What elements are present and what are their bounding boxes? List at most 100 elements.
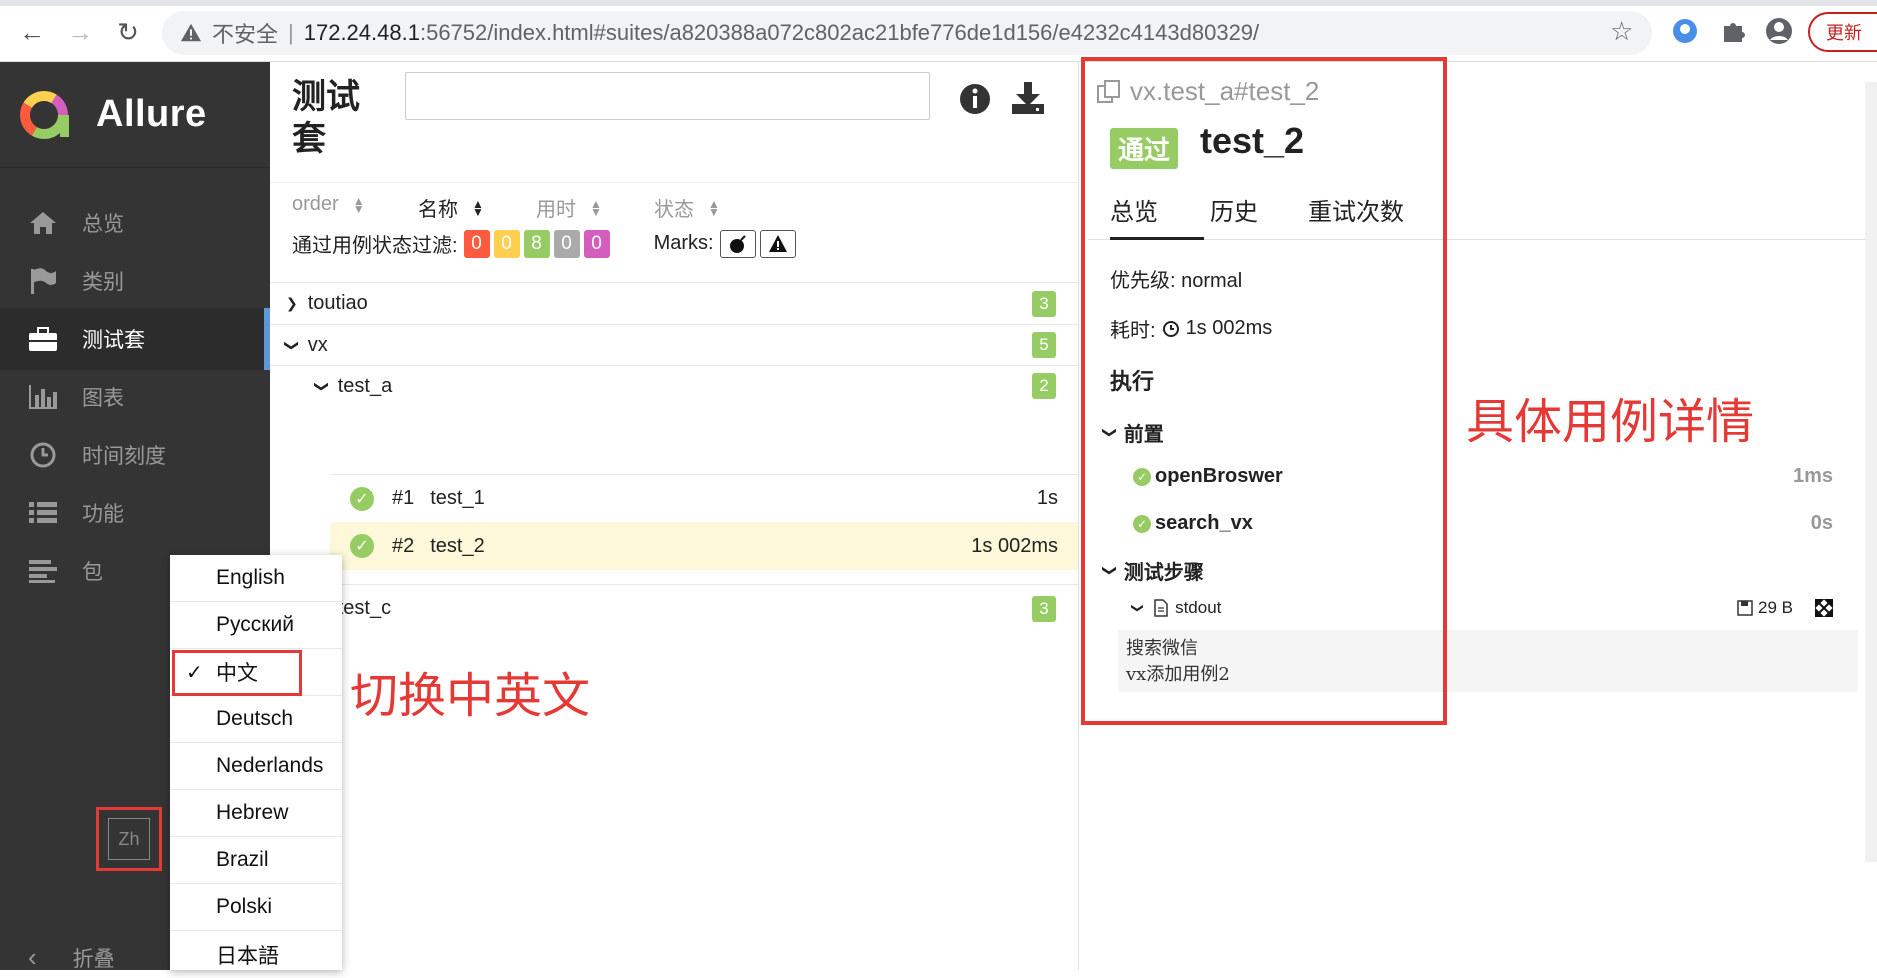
brand-title: Allure [96,93,207,135]
puzzle-icon[interactable] [1718,16,1748,46]
chevron-down-icon: ❯ [284,339,301,351]
collapse-label: 折叠 [72,947,115,971]
suite-row-vx[interactable]: ❯ vx 5 [270,324,1078,365]
browser-toolbar: ← → ↻ 不安全 | 172.24.48.1 :56752/index.htm… [0,0,1877,62]
language-switch-button[interactable]: Zh [96,807,162,871]
language-option[interactable]: Deutsch [170,696,342,743]
bomb-icon [729,234,746,253]
suite-name: test_a [337,374,393,397]
sidebar-item-timeline[interactable]: 时间刻度 [0,424,270,486]
address-bar[interactable]: 不安全 | 172.24.48.1 :56752/index.html#suit… [162,11,1652,55]
flag-icon [26,266,60,296]
passed-count-badge: 2 [1032,373,1056,399]
suite-name: test_c [337,597,392,619]
sort-label: order [292,193,339,215]
sort-label: 名称 [418,199,458,221]
url-separator: | [288,20,294,45]
passed-check-icon: ✓ [350,486,374,511]
language-option[interactable]: Hebrew [170,790,342,837]
chevron-left-icon: ‹ [28,942,37,972]
insecure-label: 不安全 [212,22,279,47]
sidebar-item-categories[interactable]: 类别 [0,250,270,312]
annotation-detail: 具体用例详情 [1466,396,1755,449]
sidebar-item-label: 测试套 [82,329,145,352]
language-option[interactable]: Nederlands [170,743,342,790]
passed-count-badge: 3 [1032,290,1056,317]
profile-icon[interactable] [1764,16,1794,46]
extension-icon[interactable] [1670,16,1700,46]
suite-name: vx [307,333,328,356]
sort-label: 状态 [654,199,694,221]
search-input[interactable] [405,72,930,120]
warning-triangle-icon [768,234,787,252]
suite-row-toutiao[interactable]: ❯ toutiao 3 [270,282,1078,324]
mark-flaky-button[interactable] [719,229,756,258]
sort-arrows-icon: ▲ ▼ [472,196,484,219]
fixture-duration: 0s [1810,512,1833,534]
tab-strip [0,0,1877,6]
language-option[interactable]: 日本語 [170,931,342,978]
annotation-language: 切换中英文 [350,670,591,723]
sidebar-item-behaviors[interactable]: 功能 [0,482,270,544]
language-option[interactable]: English [170,555,342,602]
sort-by-duration[interactable]: 用时 ▲ ▼ [536,193,602,222]
suite-name: toutiao [307,292,368,314]
page-title: 测试套 [292,78,360,158]
sort-by-status[interactable]: 状态 ▲ ▼ [654,193,720,222]
sort-by-name[interactable]: 名称 ▲ ▼ [418,193,484,222]
suites-panel: 测试套 order ▲ ▼ 名称 ▲ ▼ 用时 ▲ ▼ 状态 ▲ ▼ 通过用例状态过滤:… [270,62,1078,970]
download-icon[interactable] [1010,80,1046,116]
sort-by-order[interactable]: order ▲ ▼ [292,193,365,216]
sidebar-item-label: 包 [82,561,103,584]
sidebar-item-label: 类别 [82,271,124,294]
mark-new-failed-button[interactable] [759,229,796,258]
filter-skipped-count[interactable]: 0 [553,229,580,258]
filter-failed-count[interactable]: 0 [463,229,490,258]
scrollbar[interactable] [1865,82,1877,862]
test-name: test_1 [430,487,485,509]
language-option[interactable]: Polski [170,884,342,931]
brand[interactable]: Allure [0,62,270,168]
sort-bar: order ▲ ▼ 名称 ▲ ▼ 用时 ▲ ▼ 状态 ▲ ▼ [270,182,1078,232]
test-row-test-1[interactable]: ✓ #1 test_1 1s [330,474,1078,522]
collapse-button[interactable]: ‹ 折叠 [28,942,115,973]
test-row-test-2[interactable]: ✓ #2 test_2 1s 002ms [330,522,1078,570]
align-left-icon [26,556,60,586]
bookmark-star-icon[interactable]: ☆ [1610,16,1633,47]
test-name: test_2 [430,534,485,557]
passed-count-badge: 5 [1032,332,1056,358]
suite-row-test-a[interactable]: ❯ test_a 2 [270,365,1078,406]
test-duration: 1s [1036,487,1058,509]
sort-arrows-icon: ▲ ▼ [708,196,720,219]
list-icon [26,498,60,528]
sidebar-item-suites[interactable]: 测试套 [0,308,270,370]
filter-passed-count[interactable]: 8 [523,229,550,258]
expand-icon[interactable] [1815,599,1833,617]
forward-icon[interactable]: → [62,14,98,50]
passed-check-icon: ✓ [350,534,374,558]
url-host: 172.24.48.1 [303,20,420,45]
test-order: #1 [392,487,415,509]
home-icon [26,208,60,238]
sort-arrows-icon: ▲ ▼ [352,193,365,216]
suite-row-test-c[interactable]: ❯ test_c 3 [270,584,1078,632]
marks-label: Marks: [653,232,714,254]
update-button[interactable]: 更新 [1808,12,1877,52]
reload-icon[interactable]: ↻ [110,14,146,50]
sidebar-item-graphs[interactable]: 图表 [0,366,270,428]
highlight-box-language [172,650,302,696]
language-option[interactable]: Русский [170,602,342,649]
filter-unknown-count[interactable]: 0 [583,229,610,258]
sidebar-item-label: 总览 [82,213,124,236]
filter-label: 通过用例状态过滤: [292,235,458,257]
test-order: #2 [392,534,415,557]
language-menu: English Русский ✓ 中文 Deutsch Nederlands … [170,555,342,970]
info-icon[interactable] [958,82,992,116]
fixture-duration: 1ms [1792,465,1833,487]
language-option[interactable]: Brazil [170,837,342,884]
back-icon[interactable]: ← [14,14,50,50]
warning-icon [180,23,202,42]
sidebar-item-overview[interactable]: 总览 [0,192,270,254]
filter-broken-count[interactable]: 0 [493,229,520,258]
url-path: :56752/index.html#suites/a820388a072c802… [419,20,1260,45]
